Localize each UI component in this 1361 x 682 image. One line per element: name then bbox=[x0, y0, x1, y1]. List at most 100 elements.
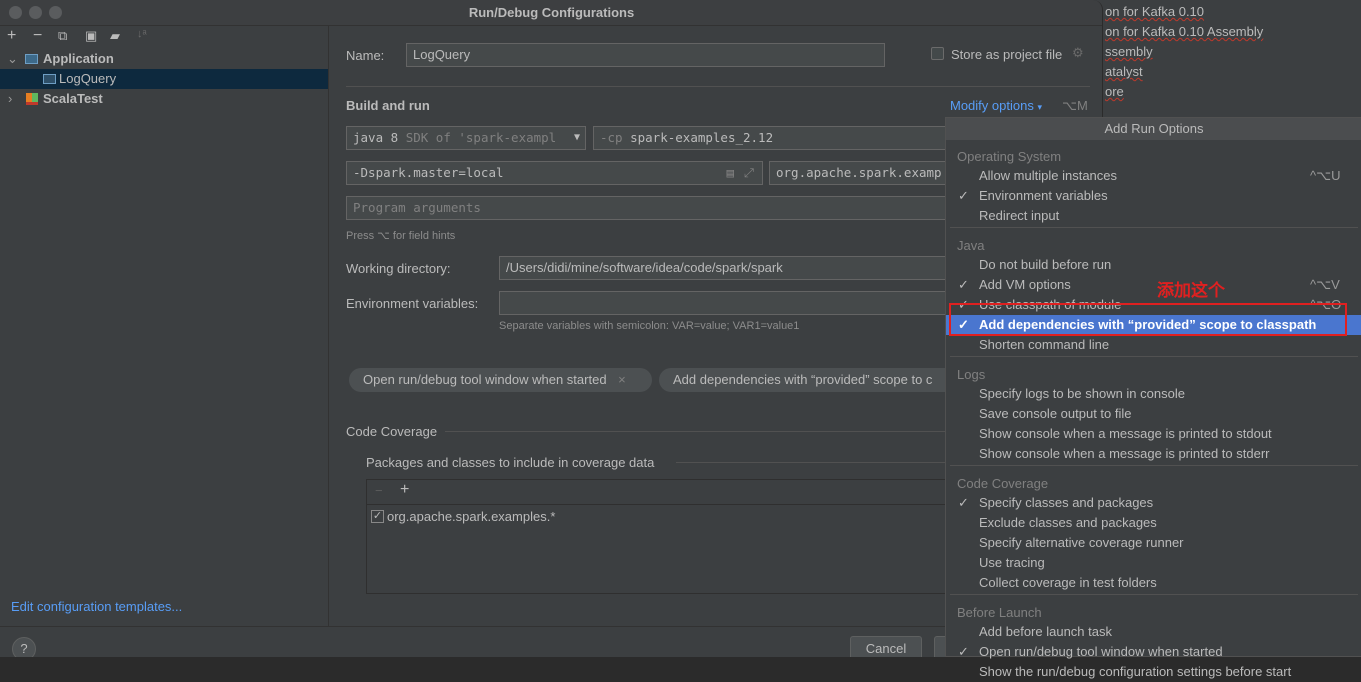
workdir-label: Working directory: bbox=[346, 261, 451, 276]
coverage-list: − + ✓ org.apache.spark.examples.* bbox=[366, 479, 957, 594]
check-icon: ✓ bbox=[958, 277, 969, 292]
menu-item-label: Show the run/debug configuration setting… bbox=[979, 664, 1292, 679]
divider bbox=[445, 431, 945, 432]
menu-separator bbox=[950, 356, 1358, 357]
copy-icon[interactable]: ⧉ bbox=[58, 28, 67, 44]
menu-item[interactable]: ✓ Specify classes and packages bbox=[946, 493, 1361, 513]
editor-line: ssembly bbox=[1105, 44, 1153, 59]
close-icon[interactable]: × bbox=[618, 372, 626, 387]
menu-item-label: Collect coverage in test folders bbox=[979, 575, 1157, 590]
editor-line: ore bbox=[1105, 84, 1124, 99]
menu-item-label: Allow multiple instances bbox=[979, 168, 1118, 183]
config-sidebar: + − ⧉ ▣ ▰ ↓ᵃ ⌄ Application LogQuery › Sc… bbox=[0, 26, 329, 626]
edit-templates-link[interactable]: Edit configuration templates... bbox=[11, 599, 182, 614]
menu-item-shortcut: ^⌥U bbox=[1310, 168, 1341, 183]
vm-options-value: -Dspark.master=local bbox=[353, 165, 504, 180]
modify-options-link[interactable]: Modify options ▾ bbox=[950, 98, 1042, 113]
annotation-text: 添加这个 bbox=[1157, 281, 1225, 300]
menu-item[interactable]: Specify logs to be shown in console bbox=[946, 384, 1361, 404]
application-icon bbox=[43, 74, 56, 84]
field-hint: Press ⌥ for field hints bbox=[346, 230, 456, 242]
tree-item-application[interactable]: ⌄ Application bbox=[0, 49, 328, 69]
main-class-input[interactable]: org.apache.spark.examp bbox=[769, 161, 953, 185]
classpath-select[interactable]: -cp spark-examples_2.12 bbox=[593, 126, 953, 150]
program-arguments-input[interactable]: Program arguments bbox=[346, 196, 953, 220]
editor-line: on for Kafka 0.10 Assembly bbox=[1105, 24, 1264, 39]
save-icon[interactable]: ▣ bbox=[85, 28, 97, 44]
gear-icon[interactable]: ⚙ bbox=[1072, 45, 1084, 61]
close-window-button[interactable] bbox=[9, 6, 22, 19]
menu-group-label: Java bbox=[957, 238, 985, 253]
chip-open-tool-window[interactable]: Open run/debug tool window when started … bbox=[349, 368, 652, 392]
menu-item[interactable]: Use tracing bbox=[946, 553, 1361, 573]
menu-item[interactable]: Do not build before run bbox=[946, 255, 1361, 275]
menu-item[interactable]: Collect coverage in test folders bbox=[946, 573, 1361, 593]
chip-provided-scope[interactable]: Add dependencies with “provided” scope t… bbox=[659, 368, 959, 392]
menu-item-label: Save console output to file bbox=[979, 406, 1132, 421]
vm-options-input[interactable]: -Dspark.master=local ▤ ⤢ bbox=[346, 161, 763, 185]
chevron-down-icon: ⌄ bbox=[7, 51, 18, 66]
menu-item-label: Use tracing bbox=[979, 555, 1045, 570]
menu-item[interactable]: Specify alternative coverage runner bbox=[946, 533, 1361, 553]
name-input[interactable]: LogQuery bbox=[406, 43, 885, 67]
menu-item[interactable]: Redirect input bbox=[946, 206, 1361, 226]
menu-item-label: Redirect input bbox=[979, 208, 1060, 223]
document-icon[interactable]: ▤ bbox=[726, 162, 734, 184]
plus-icon[interactable]: + bbox=[7, 27, 16, 45]
modify-options-label: Modify options bbox=[950, 98, 1034, 113]
menu-item[interactable]: Save console output to file bbox=[946, 404, 1361, 424]
workdir-input[interactable]: /Users/didi/mine/software/idea/code/spar… bbox=[499, 256, 953, 280]
menu-item[interactable]: ✓ Open run/debug tool window when started bbox=[946, 642, 1361, 662]
check-icon: ✓ bbox=[958, 644, 969, 659]
footer-divider bbox=[0, 626, 1102, 627]
divider bbox=[676, 462, 946, 463]
help-button[interactable]: ? bbox=[12, 637, 36, 657]
menu-item[interactable]: Show console when a message is printed t… bbox=[946, 424, 1361, 444]
store-project-checkbox[interactable] bbox=[931, 47, 944, 60]
zoom-window-button[interactable] bbox=[49, 6, 62, 19]
menu-item[interactable]: Allow multiple instances ^⌥U bbox=[946, 166, 1361, 186]
dialog-title: Run/Debug Configurations bbox=[0, 0, 1102, 26]
menu-item-label: Shorten command line bbox=[979, 337, 1110, 352]
popup-title: Add Run Options bbox=[946, 118, 1361, 140]
menu-separator bbox=[950, 465, 1358, 466]
name-label: Name: bbox=[346, 48, 385, 63]
expand-icon[interactable]: ⤢ bbox=[744, 162, 754, 184]
minimize-window-button[interactable] bbox=[29, 6, 42, 19]
tree-item-logquery[interactable]: LogQuery bbox=[0, 69, 328, 89]
menu-item-label: Add VM options bbox=[979, 277, 1071, 292]
minus-icon[interactable]: − bbox=[33, 27, 42, 45]
add-run-options-popup: Add Run Options Operating System Allow mu… bbox=[945, 117, 1361, 679]
cancel-button[interactable]: Cancel bbox=[850, 636, 922, 657]
sort-icon[interactable]: ↓ᵃ bbox=[137, 28, 147, 40]
menu-item-label: Do not build before run bbox=[979, 257, 1112, 272]
check-icon: ✓ bbox=[958, 495, 969, 510]
new-folder-icon[interactable]: ▰ bbox=[110, 28, 120, 44]
coverage-heading: Code Coverage bbox=[346, 424, 438, 439]
tree-label: ScalaTest bbox=[43, 91, 103, 106]
menu-item[interactable]: ✓ Add VM options ^⌥V bbox=[946, 275, 1361, 295]
dropdown-arrow-icon: ▼ bbox=[573, 132, 580, 143]
minus-icon[interactable]: − bbox=[375, 483, 383, 498]
menu-separator bbox=[950, 227, 1358, 228]
coverage-item-label: org.apache.spark.examples.* bbox=[387, 509, 556, 524]
menu-item[interactable]: Show console when a message is printed t… bbox=[946, 444, 1361, 464]
menu-item[interactable]: Add before launch task bbox=[946, 622, 1361, 642]
env-input[interactable] bbox=[499, 291, 953, 315]
coverage-item-checkbox[interactable]: ✓ bbox=[371, 510, 384, 523]
menu-item[interactable]: ✓ Environment variables bbox=[946, 186, 1361, 206]
menu-item[interactable]: Shorten command line bbox=[946, 335, 1361, 355]
jdk-select[interactable]: java 8 SDK of 'spark-exampl ▼ bbox=[346, 126, 586, 150]
menu-item-label: Specify logs to be shown in console bbox=[979, 386, 1185, 401]
tree-label: LogQuery bbox=[59, 71, 117, 86]
env-label: Environment variables: bbox=[346, 296, 479, 311]
editor-line: atalyst bbox=[1105, 64, 1143, 79]
plus-dropdown-icon[interactable]: + bbox=[400, 481, 409, 499]
menu-item[interactable]: Show the run/debug configuration setting… bbox=[946, 662, 1361, 682]
build-run-heading: Build and run bbox=[346, 98, 430, 113]
coverage-list-toolbar: − + bbox=[367, 480, 957, 505]
tree-item-scalatest[interactable]: › ScalaTest bbox=[0, 89, 328, 109]
env-hint: Separate variables with semicolon: VAR=v… bbox=[499, 320, 800, 332]
menu-item[interactable]: Exclude classes and packages bbox=[946, 513, 1361, 533]
chevron-down-icon: ▾ bbox=[1037, 102, 1042, 112]
